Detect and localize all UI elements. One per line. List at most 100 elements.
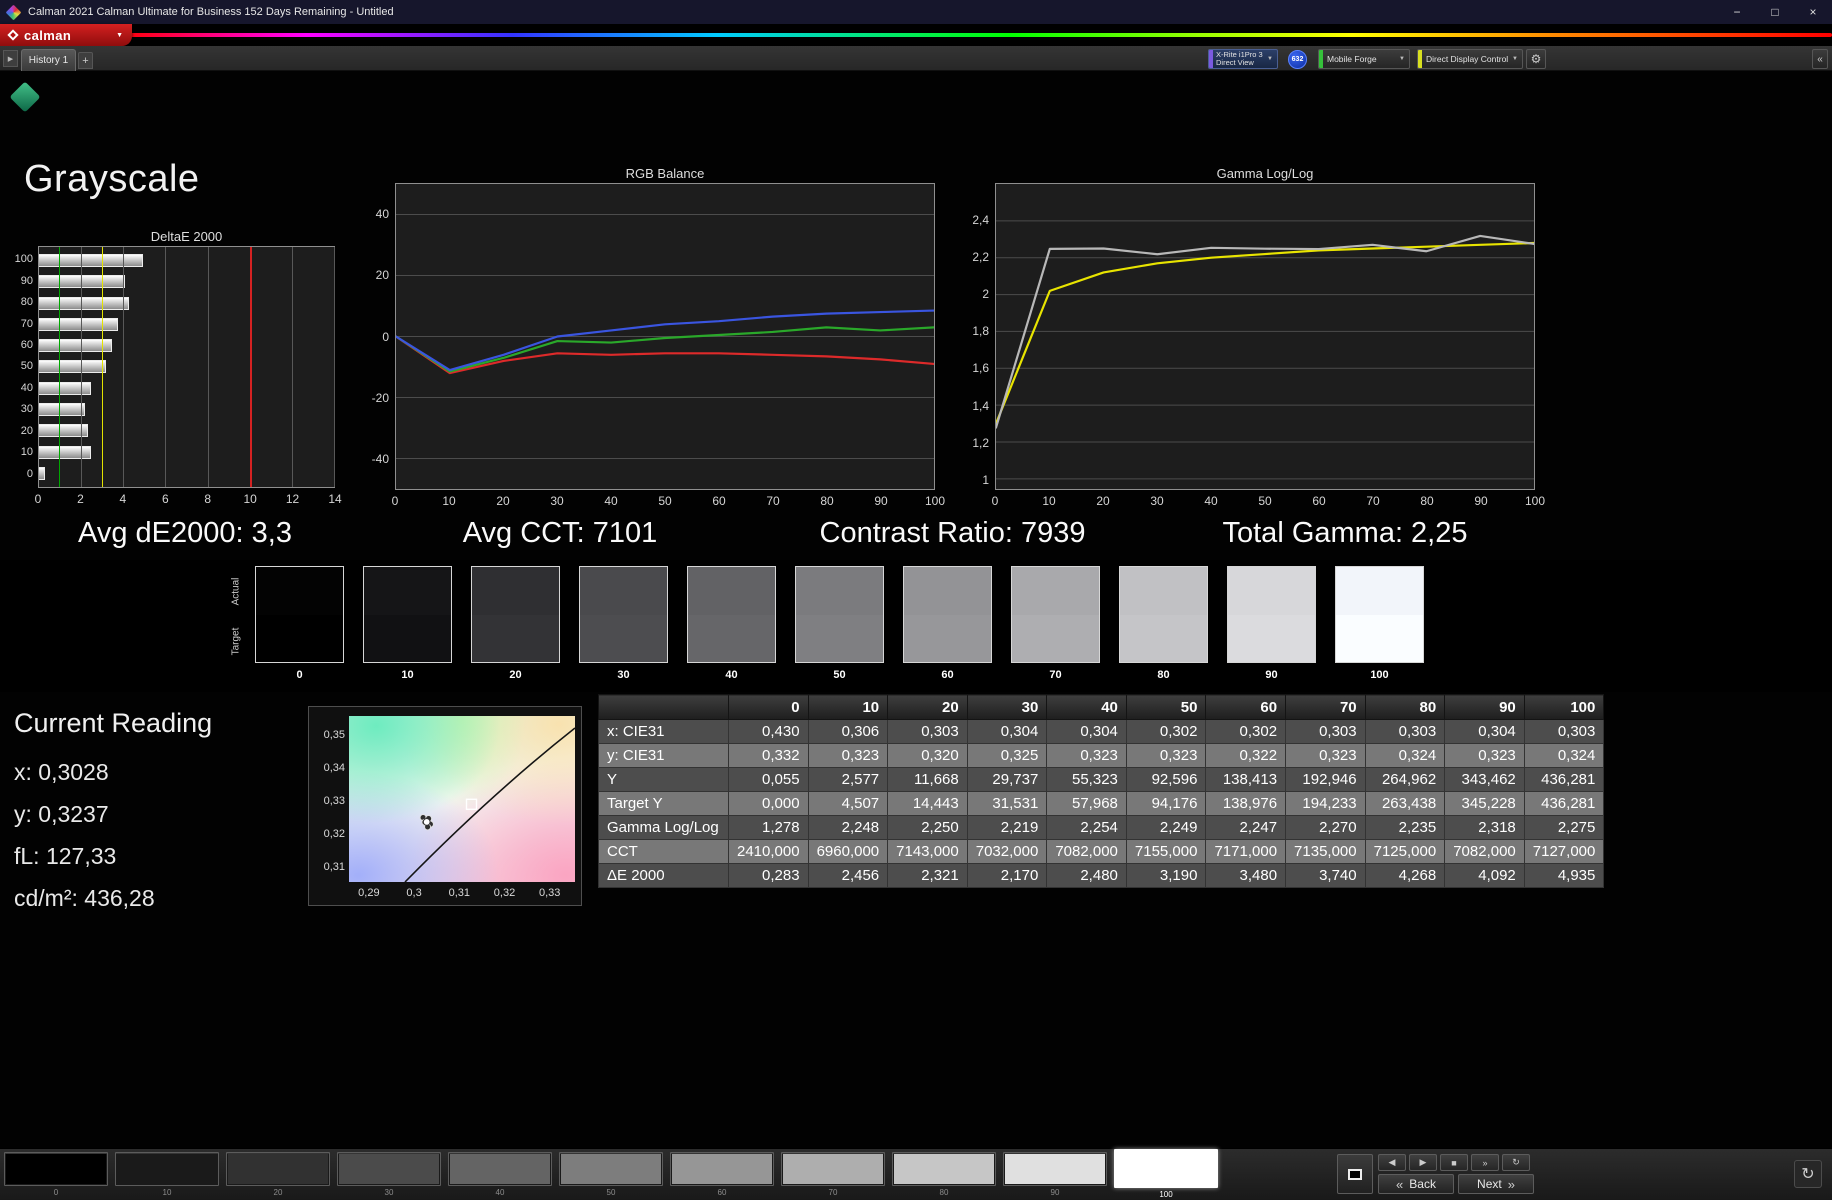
- pattern-label: 30: [384, 1188, 394, 1197]
- delta-e-bar: [39, 296, 129, 310]
- pattern-label: 50: [606, 1188, 616, 1197]
- play-patterns-button[interactable]: ▶: [1409, 1154, 1437, 1171]
- actual-color: [472, 567, 559, 615]
- axis-tick-label: 30: [550, 494, 564, 508]
- delta-e-bar-row: [39, 254, 334, 268]
- target-color: [1336, 614, 1423, 662]
- pattern-label: 60: [717, 1188, 727, 1197]
- table-cell: 6960,000: [807, 839, 889, 864]
- pattern-button-90[interactable]: [1003, 1152, 1107, 1186]
- table-cell: 264,962: [1364, 767, 1446, 792]
- settings-gear-button[interactable]: ⚙: [1526, 49, 1546, 69]
- pattern-button-30[interactable]: [337, 1152, 441, 1186]
- actual-color: [1336, 567, 1423, 615]
- target-color: [904, 614, 991, 662]
- target-color: [796, 614, 883, 662]
- swatch-label: 20: [509, 669, 522, 681]
- table-cell: 4,268: [1364, 863, 1446, 888]
- pattern-button-100[interactable]: [1114, 1149, 1218, 1188]
- axis-tick-label: 0: [391, 494, 399, 508]
- axis-tick-label: 90: [1474, 494, 1488, 508]
- actual-color: [688, 567, 775, 615]
- loop-patterns-button[interactable]: ↻: [1794, 1160, 1822, 1188]
- delta-e-bar-row: [39, 466, 334, 480]
- delta-e-bar: [39, 317, 118, 331]
- stop-patterns-button[interactable]: ■: [1440, 1154, 1468, 1171]
- pattern-button-70[interactable]: [781, 1152, 885, 1186]
- axis-tick-label: 0: [991, 494, 999, 508]
- pattern-button-0[interactable]: [4, 1152, 108, 1186]
- axis-tick-label: 4: [119, 492, 127, 506]
- table-cell: 263,438: [1364, 791, 1446, 816]
- title-bar[interactable]: Calman 2021 Calman Ultimate for Business…: [0, 0, 1832, 24]
- axis-tick-label: 20: [375, 268, 389, 283]
- tab-scroll-button[interactable]: ▶: [3, 50, 18, 67]
- table-cell: 1,278: [728, 815, 809, 840]
- pattern-source-dropdown[interactable]: Mobile Forge ▼: [1318, 49, 1410, 69]
- target-color: [364, 614, 451, 662]
- reading-value: x: 0,3028: [14, 759, 109, 785]
- collapse-panel-button[interactable]: «: [1812, 49, 1828, 69]
- pattern-button-10[interactable]: [115, 1152, 219, 1186]
- table-cell: 7135,000: [1285, 839, 1366, 864]
- pattern-button-80[interactable]: [892, 1152, 996, 1186]
- pattern-label: 10: [162, 1188, 172, 1197]
- table-cell: 2,170: [966, 863, 1048, 888]
- gridline: [81, 247, 83, 487]
- table-cell: 2,318: [1444, 815, 1525, 840]
- back-button[interactable]: « Back: [1378, 1174, 1454, 1194]
- table-cell: 0,303: [1285, 719, 1366, 744]
- pattern-window-button[interactable]: [1337, 1154, 1373, 1194]
- axis-tick-label: 90: [20, 274, 33, 287]
- axis-tick-label: 0,31: [448, 887, 470, 899]
- pattern-swatch-80: 80: [892, 1152, 996, 1199]
- display-control-dropdown[interactable]: Direct Display Control ▼: [1417, 49, 1523, 69]
- table-cell: 0,304: [966, 719, 1048, 744]
- close-button[interactable]: ×: [1794, 0, 1832, 24]
- target-row-label: Target: [230, 627, 242, 656]
- axis-tick-label: 0,31: [323, 861, 345, 874]
- total-gamma-summary: Total Gamma: 2,25: [1222, 517, 1468, 549]
- actual-row-label: Actual: [230, 577, 242, 606]
- table-cell: 0,430: [728, 719, 809, 744]
- meter-dropdown[interactable]: X-Rite i1Pro 3 Direct View ▼: [1208, 49, 1278, 69]
- refresh-pattern-button[interactable]: ↻: [1502, 1154, 1530, 1171]
- actual-color: [904, 567, 991, 615]
- tab-history-1[interactable]: History 1: [21, 49, 76, 71]
- axis-tick-label: 10: [20, 446, 33, 459]
- axis-tick-label: 60: [712, 494, 726, 508]
- table-cell: 0,055: [728, 767, 809, 792]
- pattern-swatch-20: 20: [226, 1152, 330, 1199]
- navigation-buttons: « Back Next »: [1378, 1174, 1534, 1194]
- reading-value: cd/m²: 436,28: [14, 885, 155, 911]
- target-color: [256, 614, 343, 662]
- axis-tick-label: 40: [604, 494, 618, 508]
- pattern-button-50[interactable]: [559, 1152, 663, 1186]
- table-cell: 3,480: [1205, 863, 1287, 888]
- add-tab-button[interactable]: +: [78, 52, 93, 69]
- prev-pattern-button[interactable]: ◀: [1378, 1154, 1406, 1171]
- axis-tick-label: 50: [658, 494, 672, 508]
- calman-main-menu-button[interactable]: calman ▼: [0, 24, 132, 46]
- avg-cct-summary: Avg CCT: 7101: [462, 517, 658, 549]
- next-button[interactable]: Next »: [1458, 1174, 1534, 1194]
- maximize-button[interactable]: □: [1756, 0, 1794, 24]
- pattern-button-20[interactable]: [226, 1152, 330, 1186]
- next-pattern-button[interactable]: »: [1471, 1154, 1499, 1171]
- minimize-button[interactable]: −: [1718, 0, 1756, 24]
- axis-tick-label: 1,6: [972, 361, 989, 376]
- tab-bar: ▶ History 1 + X-Rite i1Pro 3 Direct View…: [0, 46, 1832, 71]
- table-cell: 57,968: [1046, 791, 1127, 816]
- table-column-header: 20: [887, 694, 968, 720]
- grayscale-swatch-30: 30: [579, 566, 668, 681]
- target-color: [1228, 614, 1315, 662]
- delta-e-bar-row: [39, 445, 334, 459]
- table-column-header: 10: [807, 694, 889, 720]
- pattern-button-60[interactable]: [670, 1152, 774, 1186]
- target-color: [1012, 614, 1099, 662]
- axis-tick-label: 12: [285, 492, 300, 506]
- row-label: Target Y: [598, 791, 729, 816]
- pattern-button-40[interactable]: [448, 1152, 552, 1186]
- table-cell: 0,302: [1205, 719, 1287, 744]
- gridline: [165, 247, 167, 487]
